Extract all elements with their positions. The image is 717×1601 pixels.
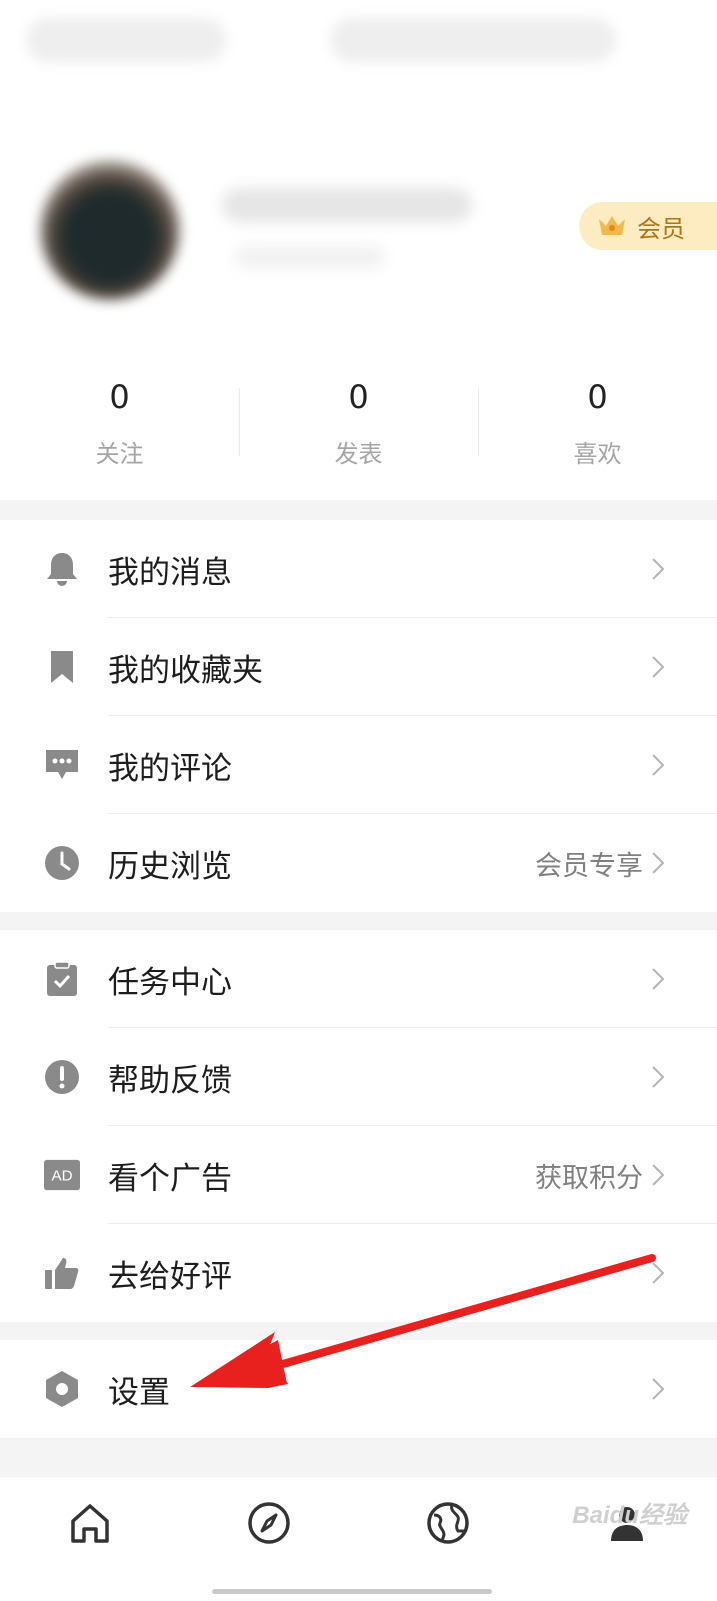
home-icon xyxy=(70,1504,109,1543)
menu-label: 任务中心 xyxy=(108,964,232,1001)
chevron-right-icon xyxy=(652,558,665,580)
menu-label: 历史浏览 xyxy=(108,848,232,885)
section-gap xyxy=(0,500,717,520)
menu-label: 我的消息 xyxy=(108,554,232,591)
menu-group-tools: 任务中心 帮助反馈 AD 看个广告 获取积分 去给好评 xyxy=(0,930,717,1322)
profile-header: 会员 xyxy=(0,150,717,310)
top-bar xyxy=(0,0,717,80)
stats-row: 0 关注 0 发表 0 喜欢 xyxy=(0,370,717,480)
chevron-right-icon xyxy=(652,656,665,678)
chevron-right-icon xyxy=(652,1262,665,1284)
menu-aside-text: 会员专享 xyxy=(535,850,643,882)
menu-item-favorites[interactable]: 我的收藏夹 xyxy=(0,618,717,716)
bookmark-icon xyxy=(44,649,80,685)
globe-icon xyxy=(427,1502,469,1544)
menu-item-help-feedback[interactable]: 帮助反馈 xyxy=(0,1028,717,1126)
tab-discover[interactable] xyxy=(179,1477,358,1601)
clipboard-check-icon xyxy=(44,961,80,997)
menu-group-account: 我的消息 我的收藏夹 我的评论 历史浏览 会员专享 xyxy=(0,520,717,912)
chevron-right-icon xyxy=(652,1164,665,1186)
section-gap xyxy=(0,912,717,930)
menu-label: 看个广告 xyxy=(108,1160,232,1197)
menu-item-history[interactable]: 历史浏览 会员专享 xyxy=(0,814,717,912)
menu-aside-text: 获取积分 xyxy=(535,1162,643,1194)
tab-home[interactable] xyxy=(0,1477,179,1601)
settings-hexagon-icon xyxy=(44,1371,80,1407)
compass-icon xyxy=(248,1502,290,1544)
menu-label: 帮助反馈 xyxy=(108,1062,232,1099)
menu-item-watch-ad[interactable]: AD 看个广告 获取积分 xyxy=(0,1126,717,1224)
menu-item-comments[interactable]: 我的评论 xyxy=(0,716,717,814)
menu-label: 我的评论 xyxy=(108,750,232,787)
stat-posts[interactable]: 0 发表 xyxy=(239,370,478,480)
stat-value: 0 xyxy=(587,378,608,416)
comment-icon xyxy=(44,747,80,783)
home-indicator[interactable] xyxy=(212,1589,492,1594)
watermark: Baidu经验 xyxy=(572,1502,687,1529)
blurred-tab-left[interactable] xyxy=(26,18,226,62)
menu-label: 设置 xyxy=(108,1374,170,1411)
section-gap xyxy=(0,1322,717,1340)
clock-icon xyxy=(44,845,80,881)
menu-item-settings[interactable]: 设置 xyxy=(0,1340,717,1438)
bell-icon xyxy=(44,551,80,587)
vip-label: 会员 xyxy=(637,214,685,243)
blurred-tab-right[interactable] xyxy=(330,18,616,62)
section-gap xyxy=(0,1438,717,1476)
stat-value: 0 xyxy=(109,378,130,416)
vip-badge[interactable]: 会员 xyxy=(579,202,717,250)
menu-item-task-center[interactable]: 任务中心 xyxy=(0,930,717,1028)
chevron-right-icon xyxy=(652,968,665,990)
tab-world[interactable] xyxy=(359,1477,538,1601)
menu-label: 我的收藏夹 xyxy=(108,652,263,689)
stat-label: 关注 xyxy=(95,440,144,468)
username-blurred[interactable] xyxy=(222,188,472,222)
avatar[interactable] xyxy=(40,160,180,300)
menu-item-rate-app[interactable]: 去给好评 xyxy=(0,1224,717,1322)
menu-item-messages[interactable]: 我的消息 xyxy=(0,520,717,618)
stat-label: 喜欢 xyxy=(573,440,622,468)
crown-icon xyxy=(599,216,625,235)
chevron-right-icon xyxy=(652,1378,665,1400)
chevron-right-icon xyxy=(652,852,665,874)
user-subtitle-blurred xyxy=(235,246,385,268)
ad-icon: AD xyxy=(44,1157,80,1193)
svg-text:AD: AD xyxy=(51,1168,72,1185)
stat-likes[interactable]: 0 喜欢 xyxy=(478,370,717,480)
chevron-right-icon xyxy=(652,1066,665,1088)
exclamation-icon xyxy=(44,1059,80,1095)
menu-group-settings: 设置 xyxy=(0,1340,717,1438)
stat-following[interactable]: 0 关注 xyxy=(0,370,239,480)
menu-label: 去给好评 xyxy=(108,1258,232,1295)
stat-label: 发表 xyxy=(334,440,383,468)
chevron-right-icon xyxy=(652,754,665,776)
thumbs-up-icon xyxy=(44,1255,80,1291)
stat-value: 0 xyxy=(348,378,369,416)
